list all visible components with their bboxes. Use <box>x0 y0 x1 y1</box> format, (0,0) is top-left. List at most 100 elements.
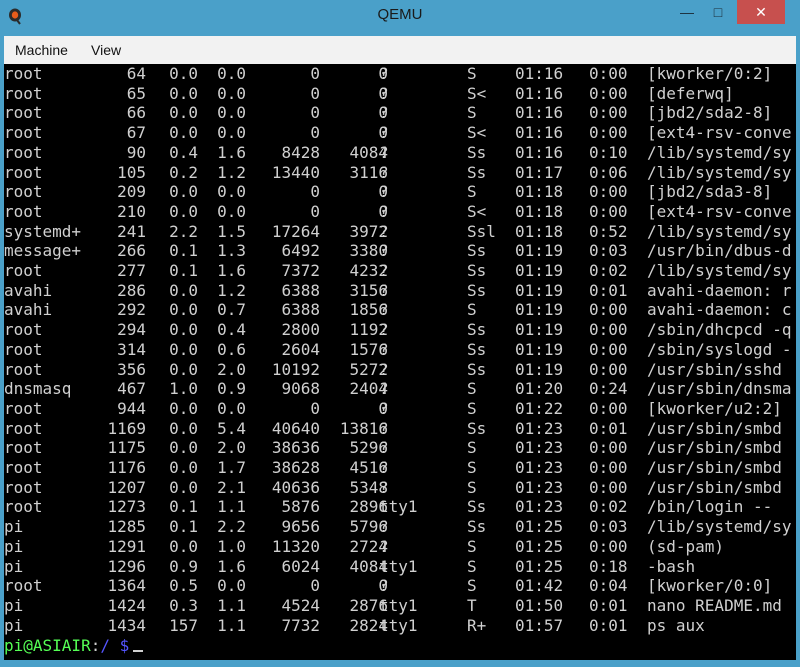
process-row: message+ 266 0.1 1.3 6492 3380? Ss 01:19 0:03/us… <box>4 241 796 261</box>
process-command: /usr/bin/dbus-d <box>647 241 792 261</box>
process-start: 01:23 <box>515 418 564 438</box>
process-time: 0:01 <box>589 615 628 635</box>
process-time: 0:00 <box>589 182 628 202</box>
process-user: root <box>4 320 43 340</box>
process-row: pi 1424 0.3 1.1 4524 2876 tty1 T 01:50 0:01 nano R… <box>4 596 796 616</box>
process-vsz: 7732 <box>281 615 320 635</box>
process-start: 01:22 <box>515 398 564 418</box>
process-rss: 0 <box>378 398 388 418</box>
process-command: [ext4-rsv-conve <box>647 201 792 221</box>
process-time: 0:00 <box>589 83 628 103</box>
process-row: root 90 0.4 1.6 8428 4084? Ss 01:16 0:10/lib/sys… <box>4 143 796 163</box>
process-row: root 1364 0.5 0.0 0 0? S 01:42 0:04 [kworker/0:0] <box>4 576 796 596</box>
process-row: pi 1291 0.0 1.0 11320 2724? S 01:25 0:00 (sd-pam) <box>4 537 796 557</box>
process-tty: ? <box>379 300 389 320</box>
process-row: root 65 0.0 0.0 0 0? S< 01:16 0:00 [deferwq] <box>4 84 796 104</box>
process-vsz: 40640 <box>271 418 320 438</box>
process-vsz: 9656 <box>281 517 320 537</box>
process-user: root <box>4 418 43 438</box>
process-vsz: 0 <box>310 182 320 202</box>
process-tty: ? <box>379 438 389 458</box>
process-tty: ? <box>379 379 389 399</box>
process-command: /usr/sbin/sshd <box>647 359 782 379</box>
process-vsz: 38636 <box>271 438 320 458</box>
process-start: 01:25 <box>515 556 564 576</box>
close-button[interactable]: ✕ <box>737 0 785 24</box>
process-user: pi <box>4 536 24 556</box>
process-tty: ? <box>379 221 389 241</box>
process-row: root 105 0.2 1.2 13440 3116? Ss 01:17 0:06/lib/s… <box>4 163 796 183</box>
process-start: 01:16 <box>515 123 564 143</box>
process-row: root 294 0.0 0.4 2800 1192? Ss 01:19 0:00/sbin/d… <box>4 320 796 340</box>
process-command: [jbd2/sda2-8] <box>647 103 773 123</box>
process-user: root <box>4 103 43 123</box>
window-titlebar[interactable]: QEMU — □ ✕ <box>0 0 800 36</box>
process-stat: Ss <box>467 359 487 379</box>
process-stat: S <box>467 182 477 202</box>
process-command: /lib/systemd/sy <box>647 517 792 537</box>
process-start: 01:18 <box>515 201 564 221</box>
process-tty: ? <box>379 182 389 202</box>
process-user: pi <box>4 595 24 615</box>
process-stat: Ss <box>467 142 487 162</box>
process-time: 0:00 <box>589 339 628 359</box>
process-time: 0:00 <box>589 201 628 221</box>
menu-view[interactable]: View <box>91 42 121 58</box>
process-stat: S< <box>467 201 487 221</box>
process-command: avahi-daemon: c <box>647 300 792 320</box>
process-row: pi 1285 0.1 2.2 9656 5796? Ss 01:25 0:03/lib/sys… <box>4 517 796 537</box>
process-vsz: 4524 <box>281 595 320 615</box>
maximize-button[interactable]: □ <box>703 0 733 24</box>
process-rss: 2404 <box>349 379 388 399</box>
process-user: root <box>4 64 43 83</box>
process-rss: 1576 <box>349 339 388 359</box>
process-time: 0:02 <box>589 261 628 280</box>
process-tty: ? <box>379 458 389 477</box>
process-rss: 0 <box>378 576 388 596</box>
process-user: root <box>4 162 43 182</box>
process-stat: Ssl <box>467 221 496 241</box>
process-start: 01:25 <box>515 517 564 537</box>
process-row: root 1176 0.0 1.7 38628 4516? S 01:23 0:00/usr/s… <box>4 458 796 478</box>
process-command: [deferwq] <box>647 83 734 103</box>
process-vsz: 0 <box>310 103 320 123</box>
process-stat: S <box>467 576 477 596</box>
process-start: 01:23 <box>515 497 564 517</box>
process-user: root <box>4 576 43 596</box>
process-rss: 1192 <box>349 320 388 340</box>
process-rss: 4084 <box>349 556 388 576</box>
process-stat: S <box>467 458 477 477</box>
process-tty: tty1 <box>379 556 418 576</box>
process-command: /usr/sbin/dnsma <box>647 379 792 399</box>
process-user: root <box>4 123 43 143</box>
process-tty: ? <box>379 320 389 340</box>
process-command: [jbd2/sda3-8] <box>647 182 773 202</box>
prompt-colon: : <box>90 636 101 655</box>
process-row: root 67 0.0 0.0 0 0? S< 01:16 0:00 [ext4-rsv-conv… <box>4 123 796 143</box>
process-time: 0:00 <box>589 438 628 458</box>
process-command: /usr/sbin/smbd <box>647 477 782 497</box>
process-vsz: 17264 <box>271 221 320 241</box>
process-rss: 5272 <box>349 359 388 379</box>
process-rss: 2876 <box>349 595 388 615</box>
process-stat: Ss <box>467 339 487 359</box>
process-rss: 13816 <box>339 418 388 438</box>
process-rss: 3116 <box>349 162 388 182</box>
minimize-button[interactable]: — <box>672 0 702 24</box>
process-rss: 1856 <box>349 300 388 320</box>
window-frame-right <box>796 36 800 666</box>
process-stat: Ss <box>467 418 487 438</box>
process-time: 0:03 <box>589 241 628 261</box>
process-stat: S <box>467 64 477 83</box>
process-rss: 2824 <box>349 615 388 635</box>
terminal-screen[interactable]: root 64 0.0 0.0 0 0? S 01:16 0:00 [kworker/0:2] ro… <box>4 64 796 660</box>
process-start: 01:19 <box>515 261 564 280</box>
process-rss: 4516 <box>349 458 388 477</box>
process-user: root <box>4 261 43 280</box>
menu-machine[interactable]: Machine <box>15 42 68 58</box>
process-command: /sbin/dhcpcd -q <box>647 320 792 340</box>
process-time: 0:00 <box>589 477 628 497</box>
process-row: pi 1434 157 1.1 7732 2824 tty1 R+ 01:57 0:01 ps au… <box>4 616 796 636</box>
prompt-symbol: $ <box>109 636 130 655</box>
process-tty: ? <box>379 398 389 418</box>
